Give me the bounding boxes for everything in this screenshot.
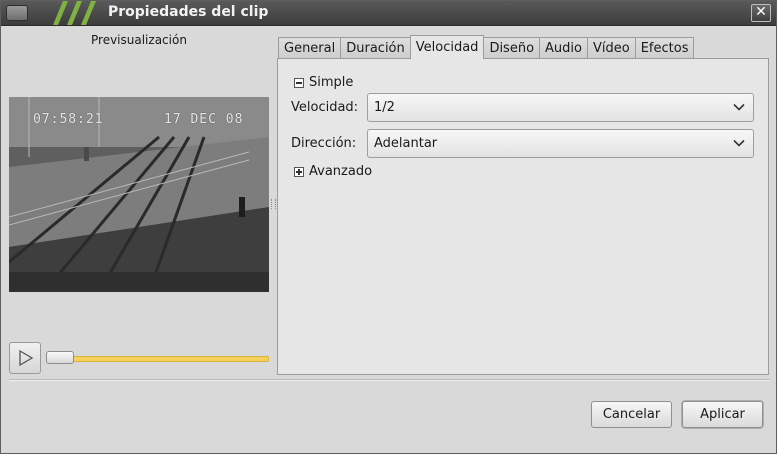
tab-audio[interactable]: Audio <box>539 37 588 59</box>
speed-combo-value: 1/2 <box>374 100 395 115</box>
tab-speed[interactable]: Velocidad <box>409 35 485 59</box>
tab-general[interactable]: General <box>278 37 342 59</box>
close-button[interactable]: ✕ <box>751 4 771 22</box>
direction-combo[interactable]: Adelantar <box>367 129 754 158</box>
play-button[interactable] <box>9 342 41 374</box>
titlebar-stripes-decoration <box>53 1 96 25</box>
pane-splitter-handle[interactable] <box>271 199 276 209</box>
play-icon <box>19 349 34 367</box>
dialog-separator <box>9 379 770 381</box>
preview-overlay-date: 17 DEC 08 <box>164 112 244 127</box>
direction-label: Dirección: <box>291 136 357 151</box>
properties-tabs: General Duración Velocidad Diseño Audio … <box>278 35 695 59</box>
speed-tab-panel: Simple Velocidad: 1/2 Dirección: Adelant… <box>277 58 769 375</box>
tab-video[interactable]: Vídeo <box>586 37 636 59</box>
advanced-expander[interactable]: Avanzado <box>294 164 372 179</box>
window-menu-button[interactable] <box>6 5 28 21</box>
expand-icon <box>294 166 304 177</box>
collapse-icon <box>294 77 304 88</box>
speed-label: Velocidad: <box>291 100 359 115</box>
simple-expander[interactable]: Simple <box>294 75 353 90</box>
preview-video-frame: 07:58:21 17 DEC 08 <box>9 97 269 292</box>
clip-properties-window: Propiedades del clip ✕ Previsualización <box>0 0 777 454</box>
simple-expander-label: Simple <box>309 75 354 90</box>
title-bar[interactable]: Propiedades del clip ✕ <box>1 1 776 26</box>
direction-combo-value: Adelantar <box>374 136 438 151</box>
tab-duration[interactable]: Duración <box>340 37 411 59</box>
speed-combo[interactable]: 1/2 <box>367 93 754 122</box>
preview-overlay-time: 07:58:21 <box>33 112 104 127</box>
playback-position-slider-thumb[interactable] <box>46 351 74 364</box>
playback-position-track[interactable] <box>47 356 269 362</box>
chevron-down-icon <box>733 139 745 147</box>
advanced-expander-label: Avanzado <box>309 164 373 179</box>
close-icon: ✕ <box>755 4 767 20</box>
chevron-down-icon <box>733 103 745 111</box>
cancel-button[interactable]: Cancelar <box>591 401 672 428</box>
preview-label: Previsualización <box>91 33 187 47</box>
tab-effects[interactable]: Efectos <box>634 37 695 59</box>
window-title: Propiedades del clip <box>108 4 269 20</box>
tab-layout[interactable]: Diseño <box>483 37 541 59</box>
apply-button[interactable]: Aplicar <box>682 401 763 428</box>
